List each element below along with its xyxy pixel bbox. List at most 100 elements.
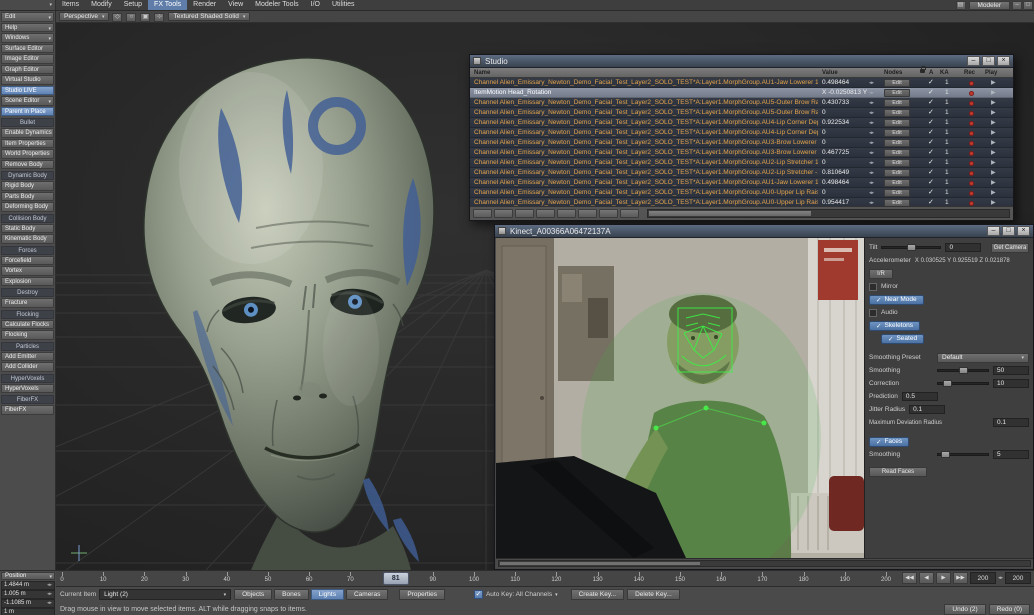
table-row[interactable]: Channel Alien_Emissary_Newton_Demo_Facia… <box>470 128 1013 138</box>
channel-value[interactable]: 0.430733 <box>822 98 868 108</box>
play-icon[interactable]: ▶ <box>991 158 996 168</box>
step-forward-button[interactable]: ▶ <box>936 572 951 584</box>
nodes-edit-button[interactable]: Edit <box>884 99 910 107</box>
value-stepper-icon[interactable]: ◂▸ <box>869 118 874 128</box>
nodes-edit-button[interactable]: Edit <box>884 109 910 117</box>
studio-titlebar[interactable]: Studio – □ × <box>470 55 1013 68</box>
sidebar-item-surface-editor[interactable]: Surface Editor <box>1 44 54 54</box>
mirror-checkbox[interactable] <box>869 283 877 291</box>
sidebar-item-image-editor[interactable]: Image Editor <box>1 54 54 64</box>
table-row[interactable]: Channel Alien_Emissary_Newton_Demo_Facia… <box>470 118 1013 128</box>
active-check-icon[interactable]: ✓ <box>928 108 934 118</box>
sidebar-item-add-emitter[interactable]: Add Emitter <box>1 352 54 362</box>
create-key-button[interactable]: Create Key... <box>571 589 624 600</box>
column-play[interactable]: Play <box>985 69 997 77</box>
sidebar-item-fiberfx[interactable]: FiberFX <box>1 405 54 415</box>
sidebar-item-kinematic-body[interactable]: Kinematic Body <box>1 234 54 244</box>
bones-button[interactable]: Bones <box>274 589 308 600</box>
play-icon[interactable]: ▶ <box>991 128 996 138</box>
value-stepper-icon[interactable]: ◂▸ <box>869 148 874 158</box>
studio-tool-button[interactable] <box>557 209 576 218</box>
view-mode-dropdown[interactable]: Perspective▾ <box>59 12 109 21</box>
record-dot-icon[interactable] <box>969 91 974 96</box>
value-stepper-icon[interactable]: ◂▸ <box>869 138 874 148</box>
auto-key-checkbox[interactable]: ✓ <box>474 590 483 599</box>
value-stepper-icon[interactable]: ◂▸ <box>869 188 874 198</box>
active-check-icon[interactable]: ✓ <box>928 148 934 158</box>
scrollbar-thumb[interactable] <box>649 211 811 216</box>
close-icon[interactable]: × <box>1017 226 1030 236</box>
horizontal-scrollbar[interactable] <box>647 209 1010 218</box>
range-end-field[interactable]: 200 <box>1005 572 1031 584</box>
close-icon[interactable]: × <box>997 56 1010 66</box>
sidebar-item-studio-live[interactable]: Studio LIVE <box>1 86 54 96</box>
viewport-icon-4[interactable]: ⊹ <box>154 13 164 22</box>
smoothing-preset-dropdown[interactable]: Default▾ <box>937 353 1029 363</box>
table-row[interactable]: ItemMotion Head_RotationX -0.0250813 Y 0… <box>470 88 1013 98</box>
maximize-icon[interactable]: □ <box>1023 1 1033 10</box>
nodes-edit-button[interactable]: Edit <box>884 119 910 127</box>
jitter-radius-value-field[interactable]: 0.1 <box>909 405 945 414</box>
stepper-icon[interactable]: ◂▸ <box>47 600 52 606</box>
active-check-icon[interactable]: ✓ <box>928 128 934 138</box>
column-ka[interactable]: KA <box>940 69 949 77</box>
active-check-icon[interactable]: ✓ <box>928 118 934 128</box>
sidebar-item-explosion[interactable]: Explosion <box>1 277 54 287</box>
prediction-value-field[interactable]: 0.5 <box>902 392 938 401</box>
sidebar-item-hypervoxels[interactable]: HyperVoxels <box>1 384 54 394</box>
channel-value[interactable]: X -0.0250813 Y 0.1 <box>822 88 868 98</box>
jump-to-start-button[interactable]: ◀◀ <box>902 572 917 584</box>
correction-value-field[interactable]: 10 <box>993 379 1029 388</box>
nodes-edit-button[interactable]: Edit <box>884 169 910 177</box>
tilt-value-field[interactable]: 0 <box>945 243 981 252</box>
redo-button[interactable]: Redo (0) <box>989 604 1030 615</box>
stepper-icon[interactable]: ◂▸ <box>998 575 1003 581</box>
step-back-button[interactable]: ◀ <box>919 572 934 584</box>
sidebar-item-world-properties[interactable]: World Properties <box>1 149 54 159</box>
maximize-icon[interactable]: □ <box>982 56 995 66</box>
sidebar-item-static-body[interactable]: Static Body <box>1 224 54 234</box>
studio-tool-button[interactable] <box>515 209 534 218</box>
modeler-button[interactable]: Modeler <box>969 1 1010 10</box>
sidebar-item-vortex[interactable]: Vortex <box>1 266 54 276</box>
active-check-icon[interactable]: ✓ <box>928 88 934 98</box>
current-frame-handle[interactable]: 81 <box>383 572 409 585</box>
objects-button[interactable]: Objects <box>234 589 272 600</box>
skeletons-toggle[interactable]: ✓Skeletons <box>869 321 920 331</box>
play-icon[interactable]: ▶ <box>991 168 996 178</box>
record-dot-icon[interactable] <box>969 161 974 166</box>
menu-item-i-o[interactable]: I/O <box>305 0 326 10</box>
sidebar-item-item-properties[interactable]: Item Properties <box>1 139 54 149</box>
record-dot-icon[interactable] <box>969 111 974 116</box>
value-stepper-icon[interactable]: ◂▸ <box>869 108 874 118</box>
nodes-edit-button[interactable]: Edit <box>884 139 910 147</box>
viewport-icon-2[interactable]: ○ <box>126 13 136 22</box>
value-stepper-icon[interactable]: ◂▸ <box>869 178 874 188</box>
value-stepper-icon[interactable]: ◂▸ <box>869 128 874 138</box>
tilt-slider[interactable] <box>881 244 941 251</box>
column-name[interactable]: Name <box>474 69 490 77</box>
viewport-icon-3[interactable]: ▣ <box>140 13 150 22</box>
play-icon[interactable]: ▶ <box>991 148 996 158</box>
column-a[interactable]: A <box>929 69 933 77</box>
channel-value[interactable]: 0 <box>822 188 868 198</box>
channel-value[interactable]: 0.810649 <box>822 168 868 178</box>
max-deviation-value-field[interactable]: 0.1 <box>993 418 1029 427</box>
play-icon[interactable]: ▶ <box>991 78 996 88</box>
sidebar-item-enable-dynamics[interactable]: Enable Dynamics <box>1 128 54 138</box>
nodes-edit-button[interactable]: Edit <box>884 189 910 197</box>
table-row[interactable]: Channel Alien_Emissary_Newton_Demo_Facia… <box>470 168 1013 178</box>
channel-value[interactable]: 0.498464 <box>822 178 868 188</box>
menu-item-items[interactable]: Items <box>56 0 85 10</box>
menu-item-utilities[interactable]: Utilities <box>326 0 361 10</box>
record-dot-icon[interactable] <box>969 201 974 206</box>
value-stepper-icon[interactable]: ◂▸ <box>869 158 874 168</box>
record-dot-icon[interactable] <box>969 151 974 156</box>
properties-button[interactable]: Properties <box>399 589 445 600</box>
position-field-1[interactable]: 1.005 m◂▸ <box>1 590 55 599</box>
scrollbar-thumb[interactable] <box>500 562 700 565</box>
sidebar-item-virtual-studio[interactable]: Virtual Studio <box>1 75 54 85</box>
active-check-icon[interactable]: ✓ <box>928 158 934 168</box>
audio-checkbox[interactable] <box>869 309 877 317</box>
sidebar-item-graph-editor[interactable]: Graph Editor <box>1 65 54 75</box>
